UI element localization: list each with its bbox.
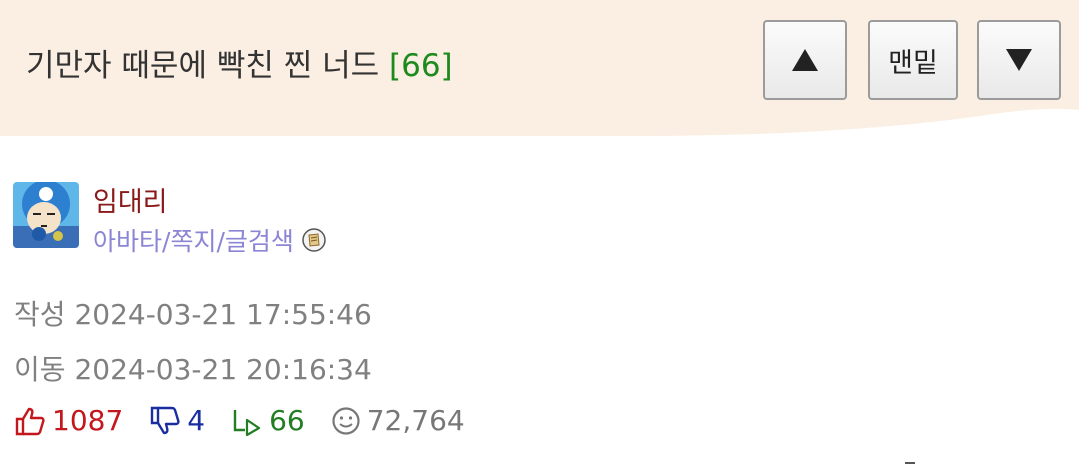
level-badge-icon <box>302 228 326 252</box>
view-stat: 72,764 <box>331 404 465 437</box>
thumbs-down-icon <box>151 406 180 434</box>
view-count: 72,764 <box>366 404 465 437</box>
moved-at: 이동 2024-03-21 20:16:34 <box>14 348 372 388</box>
page-title: 기만자 때문에 빡친 찐 너드 [66] <box>26 40 453 85</box>
moved-datetime: 2024-03-21 20:16:34 <box>74 353 372 386</box>
thumbs-up-icon <box>15 407 45 435</box>
smiley-icon <box>332 406 360 435</box>
moved-label: 이동 <box>14 353 66 386</box>
post-stats: 1087 4 66 72,764 <box>14 404 491 437</box>
like-stat[interactable]: 1087 <box>14 404 123 437</box>
scroll-down-button[interactable] <box>977 20 1061 100</box>
comment-count[interactable]: [66] <box>389 48 453 84</box>
avatar[interactable] <box>13 182 79 248</box>
reply-stat[interactable]: 66 <box>231 404 305 437</box>
scroll-bottom-button[interactable]: 맨밑 <box>868 20 958 100</box>
created-at: 작성 2024-03-21 17:55:46 <box>14 293 372 333</box>
dislike-count: 4 <box>187 404 206 437</box>
reply-count: 66 <box>269 404 305 437</box>
triangle-up-icon <box>792 49 818 71</box>
dislike-stat[interactable]: 4 <box>149 404 205 437</box>
link-separator: / <box>216 227 225 256</box>
divider-mark <box>905 462 915 464</box>
avatar-image <box>13 182 79 248</box>
created-datetime: 2024-03-21 17:55:46 <box>74 298 372 331</box>
reply-arrow-icon <box>233 409 261 436</box>
created-label: 작성 <box>14 298 66 331</box>
post-page: 기만자 때문에 빡친 찐 너드 [66] 맨밑 임대리 아바타/쪽지/글검색 작… <box>0 0 1079 468</box>
like-count: 1087 <box>52 404 124 437</box>
post-title: 기만자 때문에 빡친 찐 너드 <box>26 48 380 84</box>
search-posts-link[interactable]: 글검색 <box>225 227 294 256</box>
message-link[interactable]: 쪽지 <box>170 227 216 256</box>
author-nickname[interactable]: 임대리 <box>93 180 168 219</box>
avatar-link[interactable]: 아바타 <box>93 227 162 256</box>
triangle-down-icon <box>1006 49 1032 71</box>
scroll-top-button[interactable] <box>763 20 847 100</box>
author-links: 아바타/쪽지/글검색 <box>93 222 326 258</box>
header-wave-divider <box>0 108 1079 140</box>
